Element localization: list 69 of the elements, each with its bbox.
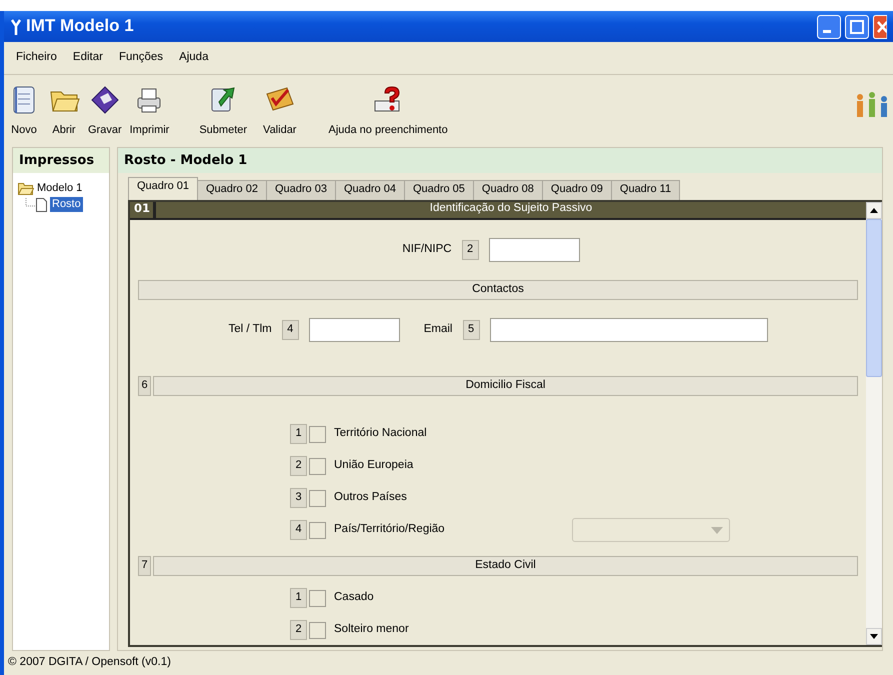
tab[interactable]: Quadro 03 (266, 180, 336, 200)
input-field[interactable] (488, 238, 580, 262)
toolbar-button[interactable]: Submeter (195, 84, 252, 137)
down-arrow-icon (870, 634, 878, 639)
option-label: Solteiro menor (334, 623, 410, 637)
tab[interactable]: Quadro 09 (542, 180, 612, 200)
checkbox[interactable] (309, 522, 326, 538)
window-title: IMT Modelo 1 (26, 16, 134, 37)
section-title: Identificação do Sujeito Passivo (428, 202, 594, 216)
option-label: Outros Países (334, 491, 408, 505)
tab[interactable]: Quadro 01 (128, 177, 198, 200)
option-number: 1 (290, 588, 307, 608)
checkbox[interactable] (309, 490, 326, 506)
field-label: NIF/NIPC (402, 243, 452, 257)
option-number: 2 (290, 456, 307, 476)
section-number: 7 (138, 556, 151, 576)
tab[interactable]: Quadro 02 (196, 180, 267, 200)
option-label: Território Nacional (334, 427, 428, 441)
scrollbar-thumb[interactable] (866, 219, 882, 377)
input-field[interactable] (308, 318, 400, 342)
menu-item[interactable]: Ficheiro (8, 49, 65, 67)
checkbox[interactable] (309, 458, 326, 474)
close-icon[interactable] (873, 14, 887, 38)
toolbar-button[interactable]: Imprimir (126, 84, 174, 137)
option-number: 3 (290, 488, 307, 508)
tab[interactable]: Quadro 08 (472, 180, 543, 200)
panel-title: Impressos (13, 148, 109, 173)
document-icon (36, 198, 47, 212)
field-number: 4 (282, 320, 299, 340)
tab[interactable]: Quadro 05 (404, 180, 474, 200)
option-number: 2 (290, 620, 307, 640)
option-label: União Europeia (334, 459, 414, 473)
section-heading: Contactos (138, 280, 858, 300)
field-number: 2 (462, 240, 479, 260)
app-icon (10, 18, 22, 36)
tab[interactable]: Quadro 04 (334, 180, 405, 200)
status-text: © 2007 DGITA / Opensoft (v0.1) (8, 656, 171, 670)
menu-item[interactable]: Funções (110, 49, 172, 67)
input-field[interactable] (490, 318, 768, 342)
checkbox[interactable] (309, 622, 326, 638)
menu-item[interactable]: Ajuda (171, 49, 216, 67)
tree-item[interactable]: Modelo 1 (17, 181, 84, 196)
checkbox[interactable] (309, 590, 326, 606)
field-label: Email (424, 323, 452, 337)
toolbar-button[interactable]: Ajuda no preenchimento (324, 84, 452, 137)
caret-icon (711, 526, 723, 534)
option-label: Casado (334, 591, 375, 605)
checkbox[interactable] (309, 426, 326, 442)
option-label: País/Território/Região (334, 523, 446, 537)
maximize-icon[interactable] (845, 14, 869, 38)
section-heading: Domicilio Fiscal (153, 376, 858, 396)
section-number: 01 (130, 202, 156, 218)
toolbar-button[interactable]: Abrir (44, 84, 84, 137)
toolbar-button[interactable]: Validar (259, 84, 300, 137)
option-number: 1 (290, 424, 307, 444)
field-label: Tel / Tlm (228, 323, 272, 337)
minimize-icon[interactable] (817, 14, 841, 38)
field-number: 5 (462, 320, 480, 340)
section-heading: Estado Civil (153, 556, 858, 576)
scroll-up-button[interactable] (866, 202, 882, 219)
option-number: 4 (290, 520, 307, 540)
tab[interactable]: Quadro 11 (610, 180, 680, 200)
up-arrow-icon (870, 208, 878, 213)
menu-item[interactable]: Editar (64, 49, 111, 67)
toolbar-button[interactable]: Gravar (84, 84, 126, 137)
section-number: 6 (138, 376, 151, 396)
scroll-down-button[interactable] (866, 628, 882, 645)
toolbar-button[interactable]: Novo (4, 84, 44, 137)
panel-title: Rosto - Modelo 1 (118, 148, 882, 173)
